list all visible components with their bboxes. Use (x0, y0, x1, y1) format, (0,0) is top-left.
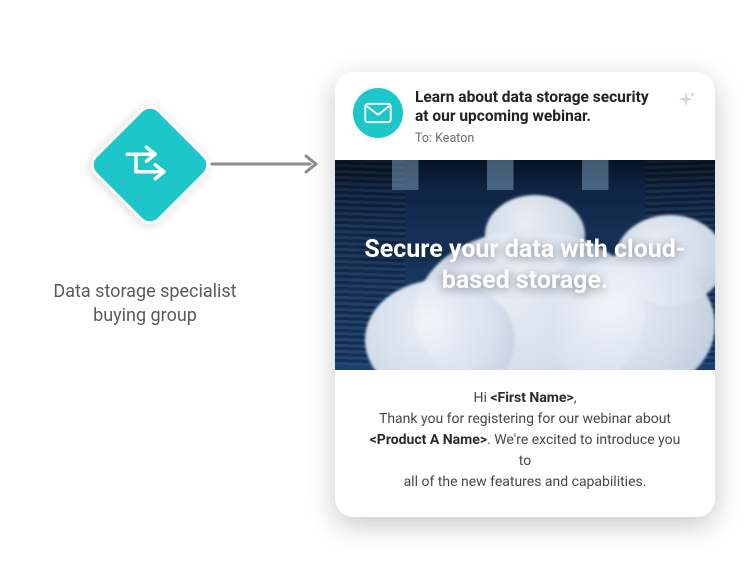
body-line-2: Thank you for registering for our webina… (363, 409, 687, 430)
email-header: Learn about data storage security at our… (335, 72, 715, 160)
to-prefix: To: (415, 131, 435, 146)
journey-node-diamond (85, 100, 215, 230)
flow-arrow (210, 152, 320, 176)
product-token: <Product A Name> (370, 432, 487, 448)
hero-headline: Secure your data with cloud-based storag… (335, 234, 715, 297)
body-line-3: <Product A Name>. We're excited to intro… (363, 430, 687, 472)
hero-ceiling-lights (335, 160, 715, 190)
node-label-line1: Data storage specialist (53, 281, 236, 302)
email-to-line: To: Keaton (415, 131, 663, 146)
greeting-prefix: Hi (474, 390, 491, 406)
to-name: Keaton (435, 131, 474, 146)
body-line-3b: . We're excited to introduce you to (487, 432, 680, 469)
first-name-token: <First Name> (490, 390, 573, 406)
split-path-icon (122, 135, 178, 195)
email-subject: Learn about data storage security at our… (415, 88, 663, 127)
body-line-4: all of the new features and capabilities… (363, 472, 687, 493)
sparkle-icon (675, 90, 697, 112)
node-label-line2: buying group (93, 305, 197, 326)
email-hero: Secure your data with cloud-based storag… (335, 160, 715, 370)
email-body: Hi <First Name>, Thank you for registeri… (335, 370, 715, 517)
journey-node (85, 100, 215, 230)
mail-icon (353, 88, 403, 138)
body-line-1: Hi <First Name>, (363, 388, 687, 409)
greeting-suffix: , (574, 390, 577, 406)
email-header-text: Learn about data storage security at our… (415, 88, 663, 146)
journey-node-label: Data storage specialist buying group (35, 280, 255, 329)
email-preview-card: Learn about data storage security at our… (335, 72, 715, 517)
